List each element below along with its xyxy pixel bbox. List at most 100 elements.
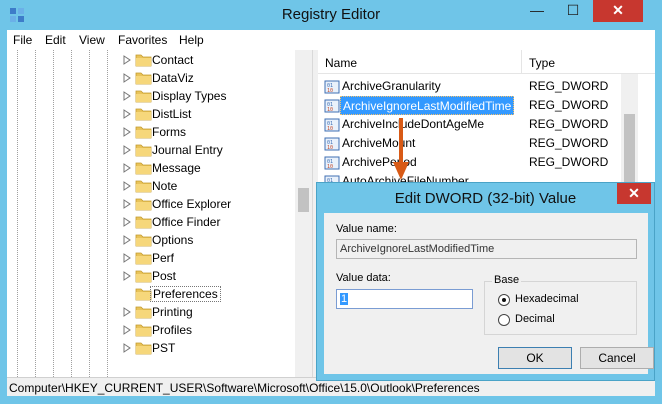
tree-item[interactable]: Printing <box>123 303 303 321</box>
tree-item-label: Preferences <box>150 286 221 302</box>
value-name: ArchiveGranularity <box>342 79 441 93</box>
list-header: Name Type <box>318 50 655 74</box>
expand-arrow-icon[interactable] <box>123 325 131 335</box>
column-header-type[interactable]: Type <box>529 56 555 70</box>
maximize-button[interactable]: ☐ <box>556 0 590 22</box>
title-bar: Registry Editor — ☐ ✕ <box>0 0 662 30</box>
decimal-radio[interactable]: Decimal <box>498 312 628 328</box>
expand-arrow-icon[interactable] <box>123 271 131 281</box>
value-data-text: 1 <box>340 293 349 305</box>
tree-item-label: Journal Entry <box>152 143 223 157</box>
tree-item[interactable]: Display Types <box>123 87 303 105</box>
reg-dword-icon: 0110 <box>324 156 340 170</box>
tree-item-label: DataViz <box>152 71 194 85</box>
expand-arrow-icon[interactable] <box>123 343 131 353</box>
tree-item[interactable]: Perf <box>123 249 303 267</box>
expand-arrow-icon[interactable] <box>123 217 131 227</box>
table-row[interactable]: 01 10 ArchivePeriod REG_DWORD <box>318 153 618 172</box>
tree-item-label: DistList <box>152 107 192 121</box>
radio-selected-icon <box>498 294 510 306</box>
registry-path: Computer\HKEY_CURRENT_USER\Software\Micr… <box>9 381 480 395</box>
reg-dword-icon: 0110 <box>324 80 340 94</box>
tree-guide-line <box>53 50 54 377</box>
table-row[interactable]: 01 10 ArchiveMount REG_DWORD <box>318 134 618 153</box>
column-divider[interactable] <box>521 50 522 74</box>
tree-item[interactable]: DistList <box>123 105 303 123</box>
value-type: REG_DWORD <box>529 98 609 112</box>
tree-item[interactable]: PST <box>123 339 303 357</box>
svg-text:10: 10 <box>327 145 333 151</box>
tree-item[interactable]: Journal Entry <box>123 141 303 159</box>
cancel-button[interactable]: Cancel <box>580 347 654 369</box>
tree-guide-line <box>71 50 72 377</box>
expand-arrow-icon[interactable] <box>123 145 131 155</box>
table-row[interactable]: 01 10 ArchiveIgnoreLastModifiedTime REG_DWO… <box>318 96 618 115</box>
value-data-input[interactable]: 1 <box>336 289 473 309</box>
tree-item[interactable]: Profiles <box>123 321 303 339</box>
expand-arrow-icon[interactable] <box>123 253 131 263</box>
tree-item[interactable]: Options <box>123 231 303 249</box>
tree-item[interactable]: Forms <box>123 123 303 141</box>
tree-item-label: Contact <box>152 53 194 67</box>
expand-arrow-icon[interactable] <box>123 91 131 101</box>
value-type: REG_DWORD <box>529 79 609 93</box>
tree-item-label: PST <box>152 341 176 355</box>
hexadecimal-label: Hexadecimal <box>515 293 579 305</box>
dialog-close-button[interactable]: ✕ <box>617 183 651 204</box>
tree-item[interactable]: Office Explorer <box>123 195 303 213</box>
expand-arrow-icon[interactable] <box>123 127 131 137</box>
tree-item[interactable]: Message <box>123 159 303 177</box>
ok-button[interactable]: OK <box>498 347 572 369</box>
value-type: REG_DWORD <box>529 136 609 150</box>
menu-file[interactable]: File <box>13 33 32 47</box>
tree-guide-line <box>107 50 108 377</box>
tree-item[interactable]: Note <box>123 177 303 195</box>
tree-item[interactable]: Preferences <box>123 285 303 303</box>
expand-arrow-icon[interactable] <box>123 55 131 65</box>
expand-arrow-icon[interactable] <box>123 199 131 209</box>
tree-item-label: Note <box>152 179 178 193</box>
tree-item-label: Forms <box>152 125 186 139</box>
menu-help[interactable]: Help <box>179 33 204 47</box>
tree-item-label: Perf <box>152 251 175 265</box>
hexadecimal-radio[interactable]: Hexadecimal <box>498 292 628 308</box>
tree-item[interactable]: Post <box>123 267 303 285</box>
menu-view[interactable]: View <box>79 33 105 47</box>
tree-item[interactable]: Contact <box>123 51 303 69</box>
menu-bar: File Edit View Favorites Help <box>7 30 655 50</box>
tree-item-label: Office Explorer <box>152 197 232 211</box>
registry-tree[interactable]: Contact DataViz Display Types DistList Forms… <box>7 50 312 377</box>
tree-item-label: Printing <box>152 305 193 319</box>
expand-arrow-icon[interactable] <box>123 181 131 191</box>
dialog-title: Edit DWORD (32-bit) Value <box>394 190 577 207</box>
table-row[interactable]: 01 10 ArchiveGranularity REG_DWORD <box>318 77 618 96</box>
arrow-down-icon <box>393 118 409 180</box>
table-row[interactable]: 01 10 ArchiveIncludeDontAgeMe REG_DWORD <box>318 115 618 134</box>
svg-text:10: 10 <box>327 107 333 113</box>
expand-arrow-icon[interactable] <box>123 109 131 119</box>
tree-item-label: Message <box>152 161 201 175</box>
dialog-body: Value name: ArchiveIgnoreLastModifiedTim… <box>324 213 654 374</box>
tree-item-label: Office Finder <box>152 215 221 229</box>
expand-arrow-icon[interactable] <box>123 235 131 245</box>
expand-arrow-icon[interactable] <box>123 307 131 317</box>
radio-unselected-icon <box>498 314 510 326</box>
minimize-button[interactable]: — <box>520 0 554 22</box>
menu-favorites[interactable]: Favorites <box>118 33 167 47</box>
tree-guide-line <box>89 50 90 377</box>
column-header-name[interactable]: Name <box>325 56 357 70</box>
tree-item-label: Post <box>152 269 177 283</box>
menu-edit[interactable]: Edit <box>45 33 66 47</box>
expand-arrow-icon[interactable] <box>123 73 131 83</box>
expand-arrow-icon[interactable] <box>123 163 131 173</box>
base-group: Base Hexadecimal Decimal <box>484 274 637 335</box>
tree-item[interactable]: DataViz <box>123 69 303 87</box>
tree-item[interactable]: Office Finder <box>123 213 303 231</box>
value-data-label: Value data: <box>336 272 391 284</box>
close-button[interactable]: ✕ <box>593 0 643 22</box>
tree-item-label: Profiles <box>152 323 193 337</box>
value-name-label: Value name: <box>336 223 397 235</box>
registry-editor-window: Registry Editor — ☐ ✕ File Edit View Fav… <box>0 0 662 404</box>
tree-guide-line <box>17 50 18 377</box>
reg-dword-icon: 0110 <box>324 118 340 132</box>
